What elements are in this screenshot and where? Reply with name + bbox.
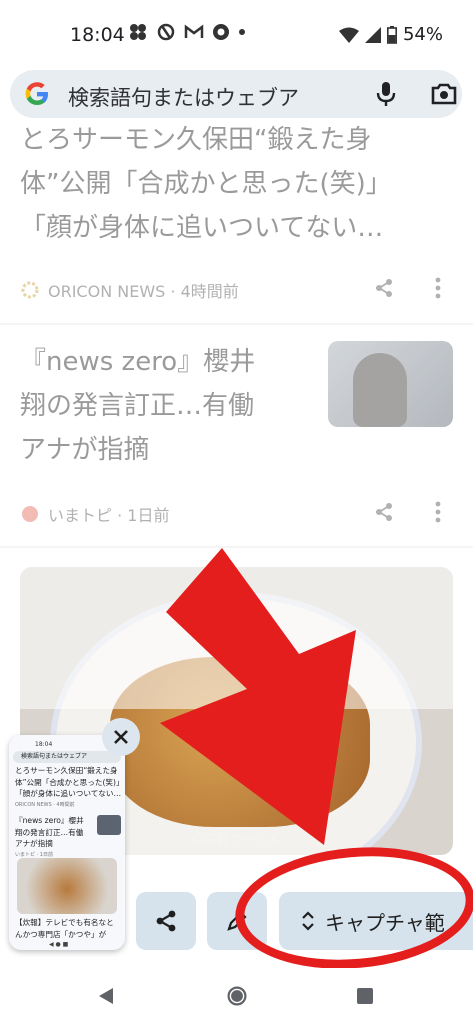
article-2-thumbnail[interactable]	[328, 341, 453, 427]
image-fade	[20, 567, 453, 709]
preview-line: 『news zero』櫻井	[15, 816, 84, 825]
preview-line: 【炊報】テレビでも有名なと	[15, 918, 114, 927]
share-icon[interactable]	[374, 278, 394, 298]
article-2-line-3: アナが指摘	[20, 435, 150, 465]
preview-line: とろサーモン久保田“鍛えた身	[15, 766, 118, 775]
battery-percent: 54%	[402, 24, 443, 45]
google-logo	[25, 82, 48, 105]
article-2-source: いまトピ · 1日前	[48, 506, 170, 525]
imatopi-logo-icon	[22, 506, 38, 522]
back-icon[interactable]	[96, 986, 116, 1006]
image-caption: ©滋賀つーしん	[190, 833, 282, 848]
preview-source: ORICON NEWS · 4時間前	[15, 801, 75, 808]
status-bar: 18:04 54%	[0, 0, 473, 70]
article-1-meta: ORICON NEWS · 4時間前	[20, 278, 239, 302]
search-bar[interactable]: 検索語句またはウェブア	[10, 70, 462, 118]
preview-text-2: 『news zero』櫻井 翔の発言訂正…有働 アナが指摘 いまトピ · 1日前	[15, 815, 93, 861]
article-1[interactable]: とろサーモン久保田“鍛えた身 体”公開「合成かと思った(笑)」 「顔が身体に追い…	[20, 118, 460, 250]
preview-text: とろサーモン久保田“鍛えた身 体”公開「合成かと思った(笑)」 「顔が身体に追い…	[15, 765, 123, 811]
status-time: 18:04	[70, 24, 125, 46]
article-2-meta: いまトピ · 1日前	[20, 502, 169, 526]
oricon-logo-icon	[21, 281, 39, 299]
wifi-icon	[338, 27, 359, 43]
chrome-icon	[213, 24, 229, 40]
article-2-line-1: 『news zero』櫻井	[20, 347, 256, 377]
article-1-line-3: 「顔が身体に追いついてない…	[20, 213, 384, 243]
mic-icon[interactable]	[374, 80, 398, 108]
share-button[interactable]	[136, 892, 196, 950]
pinwheel-icon	[130, 24, 146, 40]
close-icon	[114, 730, 128, 744]
feed-divider	[0, 323, 473, 325]
preview-line: んかつ専門店「かつや」が	[15, 929, 107, 939]
share-icon	[156, 910, 176, 932]
search-input[interactable]: 検索語句またはウェブア	[68, 82, 343, 112]
feed-divider	[0, 546, 473, 548]
close-preview-button[interactable]	[102, 718, 140, 756]
more-icon[interactable]	[434, 276, 442, 300]
home-icon[interactable]	[226, 985, 248, 1007]
preview-line: 「顔が身体に追いついてない…	[15, 789, 122, 798]
recents-icon[interactable]	[356, 987, 374, 1005]
battery-icon	[386, 25, 397, 44]
article-1-line-1: とろサーモン久保田“鍛えた身	[20, 125, 372, 155]
article-2-line-2: 翔の発言訂正…有働	[20, 391, 255, 421]
preview-thumb	[97, 815, 121, 835]
screenshot-preview[interactable]: 18:04 検索語句またはウェブア とろサーモン久保田“鍛えた身 体”公開「合成…	[9, 735, 125, 950]
preview-line: 翔の発言訂正…有働	[15, 827, 84, 837]
preview-text-3: 【炊報】テレビでも有名なと んかつ専門店「かつや」が	[15, 917, 123, 940]
share-icon[interactable]	[374, 502, 394, 522]
preview-image	[17, 858, 117, 914]
person-silhouette	[353, 353, 407, 427]
article-2[interactable]: 『news zero』櫻井 翔の発言訂正…有働 アナが指摘	[20, 340, 320, 472]
article-1-source: ORICON NEWS · 4時間前	[48, 282, 239, 301]
camera-icon[interactable]	[430, 82, 458, 106]
system-icons: 54%	[338, 24, 443, 45]
preview-line: 体”公開「合成かと思った(笑)」	[15, 777, 123, 787]
preview-status: 18:04	[35, 741, 53, 748]
notification-icons	[128, 22, 246, 42]
article-1-line-2: 体”公開「合成かと思った(笑)」	[20, 169, 392, 199]
navigation-bar	[0, 968, 473, 1024]
more-icon[interactable]	[434, 500, 442, 524]
sync-icon	[157, 23, 175, 41]
preview-line: アナが指摘	[15, 839, 53, 848]
signal-icon	[364, 26, 381, 43]
dot-icon	[239, 29, 245, 35]
preview-search: 検索語句またはウェブア	[13, 751, 121, 763]
gmail-icon	[184, 24, 204, 38]
preview-nav: ◀ ● ■	[49, 941, 69, 948]
